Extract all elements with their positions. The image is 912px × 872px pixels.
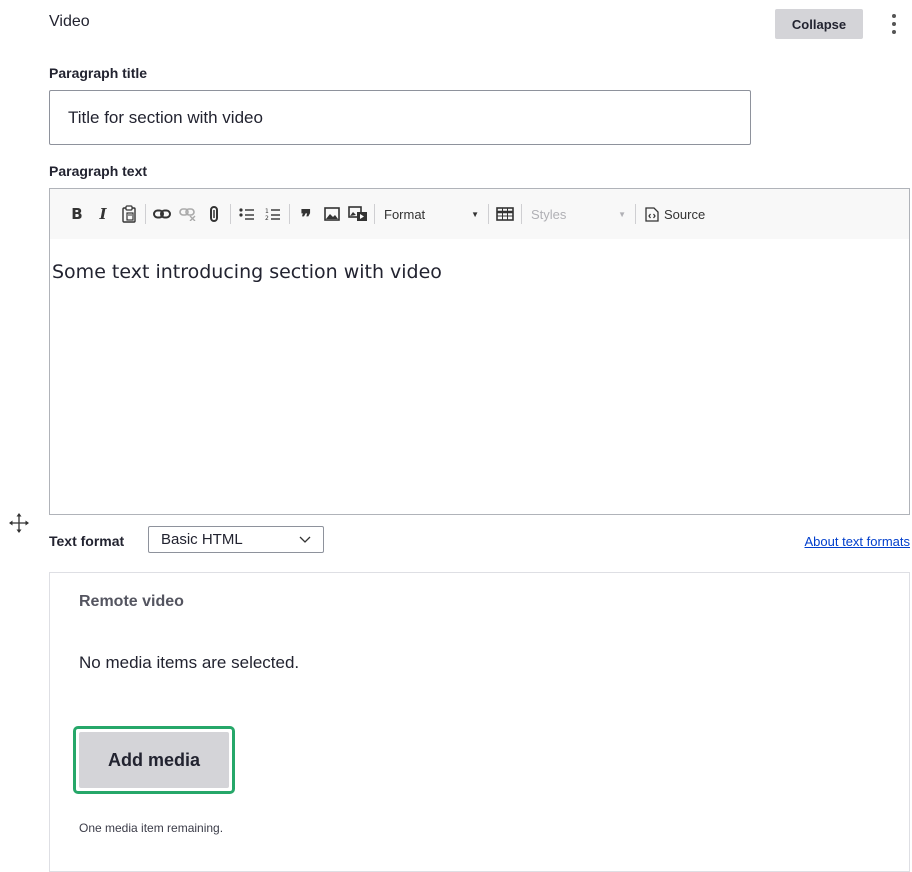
toolbar-separator [374, 204, 375, 224]
move-drag-icon[interactable] [8, 512, 30, 534]
image-icon[interactable] [321, 203, 343, 225]
rich-text-editor[interactable]: B I 12 ❞ Format ▼ Styles ▼ Source Some t… [49, 188, 910, 515]
toolbar-separator [635, 204, 636, 224]
format-dropdown-label: Format [384, 206, 426, 222]
text-format-select[interactable]: Basic HTML [148, 526, 324, 553]
svg-text:2: 2 [265, 215, 269, 221]
bulleted-list-icon[interactable] [236, 203, 258, 225]
dropdown-arrow-icon: ▼ [471, 209, 479, 219]
paragraph-title-input[interactable] [49, 90, 751, 145]
italic-icon[interactable]: I [92, 203, 114, 225]
editor-toolbar: B I 12 ❞ Format ▼ Styles ▼ Source [50, 189, 909, 239]
blockquote-icon[interactable]: ❞ [295, 200, 317, 228]
add-media-button[interactable]: Add media [79, 732, 229, 788]
table-icon[interactable] [494, 203, 516, 225]
remote-video-title: Remote video [79, 593, 184, 610]
chevron-down-icon [299, 536, 311, 543]
source-button-label: Source [664, 206, 706, 222]
about-text-formats-link[interactable]: About text formats [805, 534, 911, 549]
paragraph-title-label: Paragraph title [49, 65, 148, 81]
toolbar-separator [145, 204, 146, 224]
toolbar-separator [521, 204, 522, 224]
link-icon[interactable] [151, 203, 173, 225]
paste-text-icon[interactable] [118, 203, 140, 225]
dropdown-arrow-icon: ▼ [618, 209, 626, 219]
format-dropdown[interactable]: Format ▼ [378, 202, 485, 226]
add-media-focus-ring: Add media [73, 726, 235, 794]
text-format-label: Text format [49, 533, 125, 549]
styles-dropdown[interactable]: Styles ▼ [525, 202, 632, 226]
source-icon [645, 206, 659, 222]
media-remaining-text: One media item remaining. [79, 821, 224, 835]
collapse-button[interactable]: Collapse [775, 9, 863, 39]
text-format-value: Basic HTML [161, 531, 243, 548]
numbered-list-icon[interactable]: 12 [262, 203, 284, 225]
toolbar-separator [289, 204, 290, 224]
svg-text:1: 1 [265, 208, 269, 215]
vertical-dots-icon[interactable] [884, 11, 904, 39]
paragraph-type-label: Video [49, 13, 90, 30]
no-media-message: No media items are selected. [79, 653, 300, 672]
media-embed-icon[interactable] [347, 203, 369, 225]
styles-dropdown-label: Styles [531, 206, 567, 222]
bold-icon[interactable]: B [66, 203, 88, 225]
anchor-icon[interactable] [203, 203, 225, 225]
paragraph-text-label: Paragraph text [49, 163, 148, 179]
toolbar-separator [488, 204, 489, 224]
editor-content[interactable]: Some text introducing section with video [52, 261, 442, 283]
unlink-icon[interactable] [177, 203, 199, 225]
toolbar-separator [230, 204, 231, 224]
source-button[interactable]: Source [641, 203, 709, 225]
